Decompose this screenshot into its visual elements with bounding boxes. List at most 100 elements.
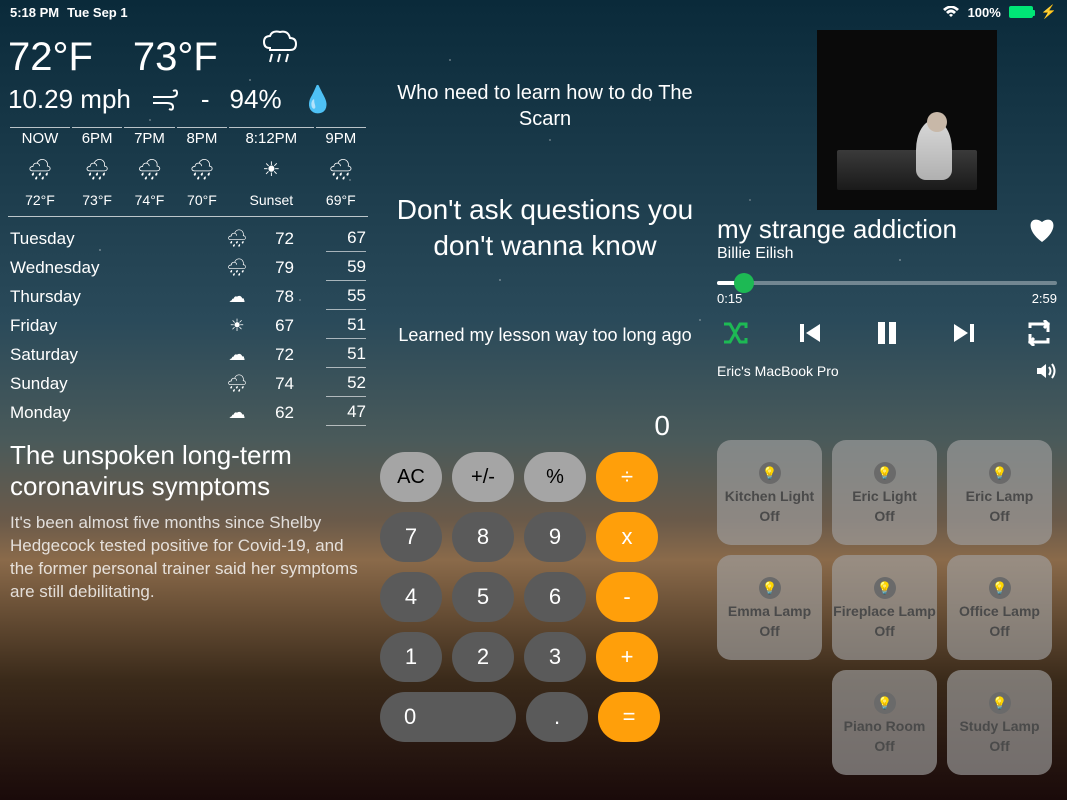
calc-8[interactable]: 8 (452, 512, 514, 562)
calc-5[interactable]: 5 (452, 572, 514, 622)
home-tile[interactable]: 💡 Piano Room Off (832, 670, 937, 775)
tile-name: Office Lamp (959, 603, 1040, 619)
daily-icon: ☀ (202, 312, 272, 339)
battery-percent: 100% (968, 5, 1001, 20)
tile-name: Emma Lamp (728, 603, 811, 619)
daily-low: 59 (326, 254, 366, 281)
tile-state: Off (874, 623, 894, 639)
hourly-temp: Sunset (229, 190, 313, 214)
hourly-time: 8PM (177, 127, 227, 149)
humidity-icon: 💧 (302, 84, 334, 115)
tile-state: Off (759, 508, 779, 524)
daily-forecast: Tuesday 🌧 72 67 Wednesday 🌧 79 59 Thursd… (8, 223, 368, 428)
tile-name: Fireplace Lamp (833, 603, 936, 619)
calc-2[interactable]: 2 (452, 632, 514, 682)
battery-icon (1009, 6, 1033, 18)
home-tile[interactable]: 💡 Eric Light Off (832, 440, 937, 545)
daily-day: Monday (10, 399, 200, 426)
home-tile[interactable]: 💡 Study Lamp Off (947, 670, 1052, 775)
hourly-icon: 🌧 (316, 151, 366, 188)
daily-high: 72 (274, 341, 324, 368)
previous-button[interactable] (793, 320, 829, 346)
hourly-time: 6PM (72, 127, 122, 149)
weather-condition-icon (258, 28, 300, 70)
lyric-next: Learned my lesson way too long ago (380, 325, 710, 346)
daily-row: Monday ☁ 62 47 (10, 399, 366, 426)
playback-device[interactable]: Eric's MacBook Pro (717, 363, 839, 379)
hourly-time: 7PM (124, 127, 174, 149)
shuffle-button[interactable] (717, 318, 753, 348)
hourly-time: 9PM (316, 127, 366, 149)
daily-row: Tuesday 🌧 72 67 (10, 225, 366, 252)
tile-state: Off (874, 508, 894, 524)
news-body: It's been almost five months since Shelb… (10, 512, 370, 604)
separator: - (201, 84, 210, 115)
calc-display: 0 (380, 410, 680, 442)
calc-plusminus[interactable]: +/- (452, 452, 514, 502)
current-temp: 72°F (8, 35, 93, 80)
lyric-current: Don't ask questions you don't wanna know (380, 192, 710, 265)
daily-row: Wednesday 🌧 79 59 (10, 254, 366, 281)
calc-6[interactable]: 6 (524, 572, 586, 622)
tile-name: Study Lamp (959, 718, 1039, 734)
album-art[interactable] (817, 30, 997, 210)
bulb-icon: 💡 (759, 577, 781, 599)
home-tile[interactable]: 💡 Office Lamp Off (947, 555, 1052, 660)
feels-like-temp: 73°F (133, 35, 218, 80)
calc-9[interactable]: 9 (524, 512, 586, 562)
hourly-icon: 🌧 (10, 151, 70, 188)
calc-multiply[interactable]: x (596, 512, 658, 562)
calc-add[interactable]: + (596, 632, 658, 682)
daily-low: 51 (326, 341, 366, 368)
daily-row: Thursday ☁ 78 55 (10, 283, 366, 310)
favorite-icon[interactable] (1027, 216, 1057, 244)
calc-7[interactable]: 7 (380, 512, 442, 562)
daily-row: Friday ☀ 67 51 (10, 312, 366, 339)
hourly-time: 8:12PM (229, 127, 313, 149)
status-time: 5:18 PM (10, 5, 59, 20)
wifi-icon (942, 6, 960, 18)
calc-divide[interactable]: ÷ (596, 452, 658, 502)
calc-1[interactable]: 1 (380, 632, 442, 682)
next-button[interactable] (945, 320, 981, 346)
tile-name: Eric Lamp (966, 488, 1034, 504)
home-tile[interactable]: 💡 Emma Lamp Off (717, 555, 822, 660)
hourly-temp: 70°F (177, 190, 227, 214)
time-duration: 2:59 (1032, 291, 1057, 306)
status-bar: 5:18 PM Tue Sep 1 100% ⚡ (0, 0, 1067, 24)
repeat-button[interactable] (1021, 320, 1057, 346)
calc-ac[interactable]: AC (380, 452, 442, 502)
home-tile[interactable]: 💡 Eric Lamp Off (947, 440, 1052, 545)
hourly-forecast: NOW6PM7PM8PM8:12PM9PM 🌧🌧🌧🌧☀🌧 72°F73°F74°… (8, 125, 368, 217)
news-widget[interactable]: The unspoken long-term coronavirus sympt… (10, 440, 370, 604)
daily-icon: 🌧 (202, 254, 272, 281)
volume-icon[interactable] (1035, 362, 1057, 380)
calculator-widget: 0 AC +/- % ÷ 7 8 9 x 4 5 6 - 1 2 3 + 0 .… (380, 410, 680, 752)
tile-state: Off (989, 738, 1009, 754)
home-tile[interactable]: 💡 Fireplace Lamp Off (832, 555, 937, 660)
bulb-icon: 💡 (874, 692, 896, 714)
calc-decimal[interactable]: . (526, 692, 588, 742)
hourly-temp: 72°F (10, 190, 70, 214)
calc-3[interactable]: 3 (524, 632, 586, 682)
calc-equals[interactable]: = (598, 692, 660, 742)
bulb-icon: 💡 (874, 577, 896, 599)
lyrics-panel: Who need to learn how to do The Scarn Do… (380, 80, 710, 346)
daily-high: 79 (274, 254, 324, 281)
artist-name: Billie Eilish (717, 245, 1057, 263)
home-tile[interactable]: 💡 Kitchen Light Off (717, 440, 822, 545)
bulb-icon: 💡 (759, 462, 781, 484)
progress-bar[interactable] (717, 281, 1057, 285)
daily-row: Sunday 🌧 74 52 (10, 370, 366, 397)
lyric-prev: Who need to learn how to do The Scarn (380, 80, 710, 132)
tile-name: Kitchen Light (725, 488, 814, 504)
progress-knob[interactable] (734, 273, 754, 293)
charging-icon: ⚡ (1041, 4, 1057, 20)
weather-widget: 72°F 73°F 10.29 mph - 94% 💧 NOW6PM7PM8PM… (8, 28, 368, 428)
calc-0[interactable]: 0 (380, 692, 516, 742)
hourly-temp: 73°F (72, 190, 122, 214)
calc-subtract[interactable]: - (596, 572, 658, 622)
pause-button[interactable] (869, 320, 905, 346)
calc-percent[interactable]: % (524, 452, 586, 502)
calc-4[interactable]: 4 (380, 572, 442, 622)
